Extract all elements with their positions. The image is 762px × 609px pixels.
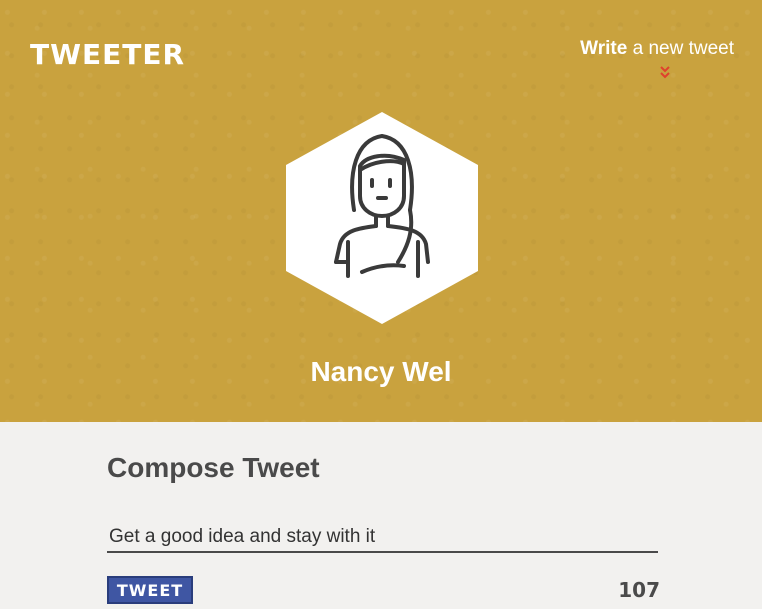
write-new-tweet-link[interactable]: Write a new tweet	[580, 38, 734, 60]
tweet-button[interactable]: TWEET	[107, 576, 193, 604]
app-logo: TWEETER	[30, 38, 186, 71]
user-name: Nancy Wel	[310, 356, 452, 387]
write-link-text: a new tweet	[627, 38, 734, 59]
compose-title: Compose Tweet	[107, 452, 320, 483]
profile-header: TWEETER Write a new tweet Nancy Wel	[0, 0, 762, 422]
tweet-input[interactable]	[107, 523, 658, 553]
character-counter: 107	[618, 578, 660, 602]
double-chevron-down-icon[interactable]	[660, 64, 670, 80]
write-link-strong-text: Write	[580, 38, 628, 59]
avatar	[286, 112, 478, 324]
